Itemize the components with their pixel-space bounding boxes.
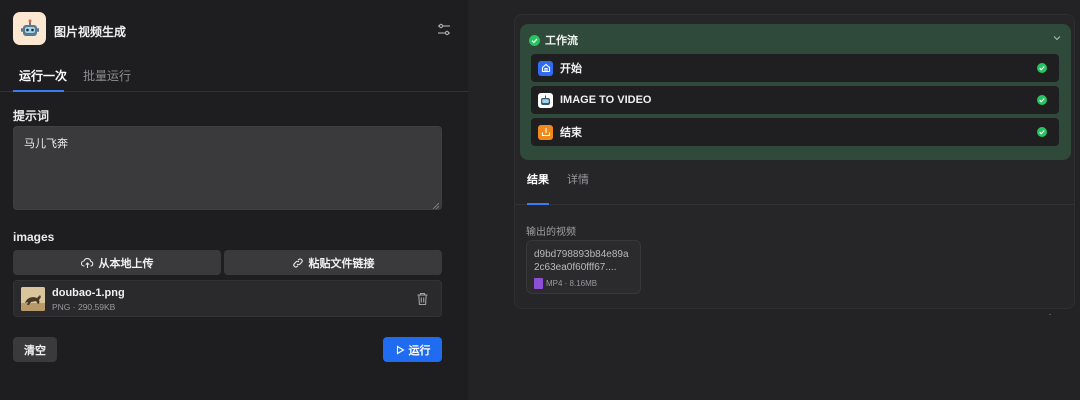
play-icon: [396, 345, 405, 354]
link-icon: [292, 257, 303, 268]
result-panel: 工作流 开始 IMAGE TO VIDEO 结束 结果 详情 输出的视频 d9b…: [514, 14, 1075, 309]
prompt-input[interactable]: 马儿飞奔: [13, 126, 442, 210]
images-label: images: [13, 230, 55, 244]
resize-grip-icon[interactable]: [432, 200, 440, 210]
prompt-label: 提示词: [13, 109, 50, 123]
workflow-header[interactable]: 工作流: [529, 32, 578, 48]
tab-run-once[interactable]: 运行一次: [19, 67, 67, 84]
tab-batch-run[interactable]: 批量运行: [83, 67, 131, 84]
robot-icon: [13, 12, 46, 45]
check-circle-icon: [1037, 127, 1047, 137]
prompt-value: 马儿飞奔: [24, 138, 68, 150]
home-icon: [538, 60, 553, 76]
node-label: 开始: [560, 63, 582, 75]
upload-local-label: 从本地上传: [98, 257, 154, 270]
output-filename: d9bd798893b84e89a2c63ea0f60fff67....: [534, 249, 629, 273]
chevron-down-icon[interactable]: [1052, 32, 1062, 42]
workflow-card: 工作流 开始 IMAGE TO VIDEO 结束: [520, 24, 1071, 160]
run-button[interactable]: 运行: [383, 337, 442, 362]
workflow-node-end[interactable]: 结束: [531, 118, 1059, 146]
video-file-icon: [534, 278, 543, 289]
node-label: 结束: [560, 127, 582, 139]
workflow-node-start[interactable]: 开始: [531, 54, 1059, 82]
cloud-upload-icon: [80, 257, 93, 268]
output-meta: MP4 · 8.16MB: [534, 278, 597, 289]
file-name: doubao-1.png: [52, 287, 125, 299]
app-title: 图片视频生成: [54, 25, 127, 39]
output-video-label: 输出的视频: [526, 227, 576, 238]
upload-local-button[interactable]: 从本地上传: [13, 250, 221, 275]
clear-button[interactable]: 清空: [13, 337, 57, 362]
check-circle-icon: [1037, 63, 1047, 73]
output-video-card[interactable]: d9bd798893b84e89a2c63ea0f60fff67.... MP4…: [526, 240, 641, 294]
run-label: 运行: [408, 344, 431, 357]
run-mode-tabs: 运行一次 批量运行: [0, 62, 468, 92]
paste-link-button[interactable]: 粘贴文件链接: [224, 250, 442, 275]
result-tabs: 结果 详情: [515, 170, 1074, 205]
output-meta-text: MP4 · 8.16MB: [546, 279, 598, 288]
node-label: IMAGE TO VIDEO: [560, 94, 652, 106]
app-header: 图片视频生成: [13, 12, 456, 48]
end-icon: [538, 124, 553, 140]
divider-mark: [1049, 314, 1051, 315]
workflow-title: 工作流: [545, 35, 578, 47]
trash-icon[interactable]: [416, 292, 429, 306]
settings-sliders-icon[interactable]: [436, 22, 452, 38]
file-meta: PNG · 290.59KB: [52, 302, 116, 312]
right-panel: 工作流 开始 IMAGE TO VIDEO 结束 结果 详情 输出的视频 d9b…: [468, 0, 1080, 400]
robot-icon: [538, 92, 553, 108]
tab-underline: [13, 90, 64, 92]
tab-details[interactable]: 详情: [567, 171, 589, 187]
tab-result[interactable]: 结果: [527, 171, 549, 187]
paste-link-label: 粘贴文件链接: [308, 257, 375, 270]
workflow-node-image-to-video[interactable]: IMAGE TO VIDEO: [531, 86, 1059, 114]
left-panel: 图片视频生成 运行一次 批量运行 提示词 马儿飞奔 images 从本地上传 粘…: [0, 0, 468, 400]
check-circle-icon: [1037, 95, 1047, 105]
uploaded-file-row: doubao-1.png PNG · 290.59KB: [13, 280, 442, 317]
file-thumbnail: [21, 287, 45, 311]
tab-underline: [527, 203, 549, 205]
check-circle-icon: [529, 34, 540, 46]
